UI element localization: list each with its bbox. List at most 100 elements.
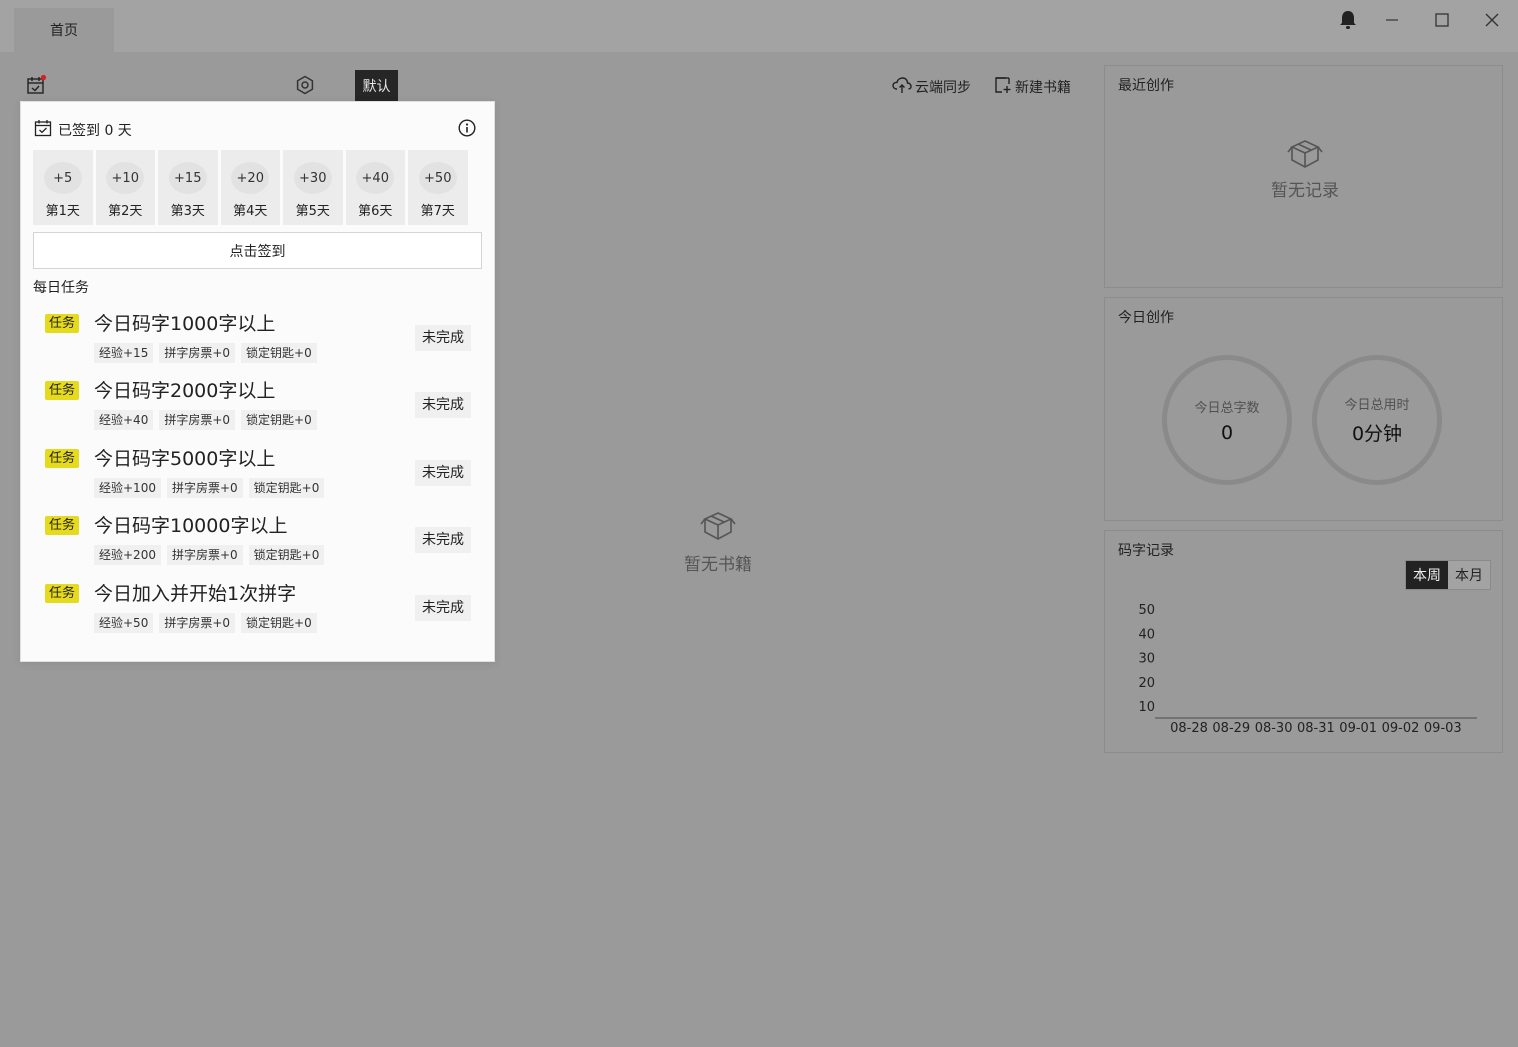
task-title: 今日码字10000字以上	[94, 515, 288, 537]
reward-key: 锁定钥匙+0	[248, 545, 325, 565]
default-category-button[interactable]: 默认	[355, 70, 398, 101]
maximize-icon[interactable]	[1428, 6, 1456, 34]
today-words-ring: 今日总字数 0	[1162, 355, 1292, 485]
x-tick-label: 09-01	[1339, 721, 1377, 736]
period-toggle: 本周 本月	[1405, 560, 1491, 590]
day-points: +15	[168, 162, 207, 194]
day-points: +10	[106, 162, 145, 194]
y-tick-label: 10	[1138, 700, 1155, 715]
today-creation-panel: 今日创作 今日总字数 0 今日总用时 0分钟	[1104, 297, 1503, 521]
signin-button[interactable]: 点击签到	[33, 232, 482, 269]
recent-empty-state: 暂无记录	[1255, 138, 1355, 201]
task-badge: 任务	[45, 381, 80, 400]
x-tick-label: 08-28	[1170, 721, 1208, 736]
reward-exp: 经验+40	[94, 410, 154, 430]
task-item: 任务 今日码字2000字以上 经验+40 拼字房票+0 锁定钥匙+0 未完成	[45, 374, 481, 434]
task-item: 任务 今日码字5000字以上 经验+100 拼字房票+0 锁定钥匙+0 未完成	[45, 442, 481, 502]
daily-tasks-title: 每日任务	[33, 280, 89, 296]
reward-key: 锁定钥匙+0	[241, 343, 317, 363]
day-label: 第7天	[420, 204, 455, 219]
signin-days: +5 第1天 +10 第2天 +15 第3天 +20 第4天 +30 第5天 +…	[33, 150, 468, 225]
signin-popup: 已签到 0 天 +5 第1天 +10 第2天 +15 第3天 +20 第4天 +…	[20, 101, 495, 662]
bell-icon[interactable]	[1334, 6, 1362, 34]
task-item: 任务 今日码字1000字以上 经验+15 拼字房票+0 锁定钥匙+0 未完成	[45, 307, 481, 367]
new-book-button[interactable]: 新建书籍	[994, 75, 1071, 99]
books-empty-label: 暂无书籍	[684, 555, 752, 575]
task-status: 未完成	[415, 392, 471, 418]
task-rewards: 经验+15 拼字房票+0 锁定钥匙+0	[94, 343, 317, 363]
settings-gear-icon[interactable]	[294, 74, 316, 96]
y-tick-label: 20	[1138, 676, 1155, 691]
new-book-label: 新建书籍	[1015, 80, 1071, 96]
task-rewards: 经验+40 拼字房票+0 锁定钥匙+0	[94, 410, 317, 430]
signin-day: +40 第6天	[345, 150, 405, 225]
week-tab[interactable]: 本周	[1406, 561, 1448, 589]
day-points: +20	[231, 162, 270, 194]
reward-exp: 经验+100	[94, 478, 161, 498]
x-tick-label: 09-03	[1424, 721, 1462, 736]
task-item: 任务 今日加入并开始1次拼字 经验+50 拼字房票+0 锁定钥匙+0 未完成	[45, 577, 481, 637]
reward-exp: 经验+15	[94, 343, 154, 363]
signin-day: +5 第1天	[33, 150, 93, 225]
cloud-sync-icon	[892, 76, 912, 98]
reward-key: 锁定钥匙+0	[241, 410, 317, 430]
signin-header: 已签到 0 天	[34, 119, 132, 141]
day-label: 第4天	[233, 204, 268, 219]
task-badge: 任务	[45, 449, 80, 468]
day-points: +5	[43, 162, 82, 194]
task-status: 未完成	[415, 325, 471, 351]
day-label: 第6天	[358, 204, 393, 219]
tab-home[interactable]: 首页	[14, 8, 114, 52]
reward-ticket: 拼字房票+0	[166, 545, 243, 565]
reward-exp: 经验+200	[94, 545, 161, 565]
typing-record-title: 码字记录	[1118, 543, 1174, 559]
empty-box-icon	[1255, 138, 1355, 174]
recent-creation-panel: 最近创作 暂无记录	[1104, 65, 1503, 288]
month-tab[interactable]: 本月	[1448, 561, 1490, 589]
typing-record-chart: 50 40 30 20 10 08-28 08-29 08-30 08-31 09-01 09-02…	[1138, 603, 1477, 736]
today-words-value: 0	[1220, 421, 1234, 444]
signin-day: +15 第3天	[158, 150, 218, 225]
task-status: 未完成	[415, 595, 471, 621]
minimize-icon[interactable]	[1378, 6, 1406, 34]
task-title: 今日加入并开始1次拼字	[94, 583, 297, 605]
day-points: +40	[356, 162, 395, 194]
today-time-label: 今日总用时	[1344, 398, 1410, 413]
task-status: 未完成	[415, 527, 471, 553]
day-label: 第5天	[295, 204, 330, 219]
task-rewards: 经验+50 拼字房票+0 锁定钥匙+0	[94, 613, 317, 633]
reward-ticket: 拼字房票+0	[159, 343, 236, 363]
signin-day: +10 第2天	[95, 150, 155, 225]
task-title: 今日码字5000字以上	[94, 448, 276, 470]
task-title: 今日码字1000字以上	[94, 313, 276, 335]
x-tick-label: 08-29	[1212, 721, 1250, 736]
today-time-value: 0分钟	[1351, 423, 1403, 445]
calendar-checkin-icon[interactable]	[24, 74, 48, 96]
close-icon[interactable]	[1478, 6, 1506, 34]
reward-key: 锁定钥匙+0	[241, 613, 317, 633]
x-tick-label: 08-31	[1297, 721, 1335, 736]
title-bar: 首页	[0, 0, 1518, 52]
signin-count-label: 已签到 0 天	[58, 123, 132, 139]
y-tick-label: 50	[1138, 603, 1155, 618]
task-rewards: 经验+200 拼字房票+0 锁定钥匙+0	[94, 545, 325, 565]
today-time-ring: 今日总用时 0分钟	[1312, 355, 1442, 485]
x-tick-label: 09-02	[1382, 721, 1420, 736]
reward-ticket: 拼字房票+0	[159, 613, 236, 633]
cloud-sync-label: 云端同步	[915, 80, 971, 96]
day-points: +30	[293, 162, 332, 194]
reward-ticket: 拼字房票+0	[159, 410, 236, 430]
typing-record-panel: 码字记录 本周 本月 50 40 30 20 10 08-28 08-29 08-30 08-3…	[1104, 530, 1503, 753]
reward-ticket: 拼字房票+0	[166, 478, 243, 498]
task-rewards: 经验+100 拼字房票+0 锁定钥匙+0	[94, 478, 325, 498]
empty-box-icon	[668, 510, 768, 546]
task-title: 今日码字2000字以上	[94, 380, 276, 402]
recent-empty-label: 暂无记录	[1271, 181, 1339, 201]
task-status: 未完成	[415, 460, 471, 486]
info-icon[interactable]	[458, 119, 476, 141]
task-item: 任务 今日码字10000字以上 经验+200 拼字房票+0 锁定钥匙+0 未完成	[45, 509, 481, 569]
cloud-sync-button[interactable]: 云端同步	[892, 75, 971, 99]
y-tick-label: 30	[1138, 652, 1155, 667]
signin-day: +20 第4天	[220, 150, 280, 225]
recent-creation-title: 最近创作	[1118, 78, 1174, 94]
